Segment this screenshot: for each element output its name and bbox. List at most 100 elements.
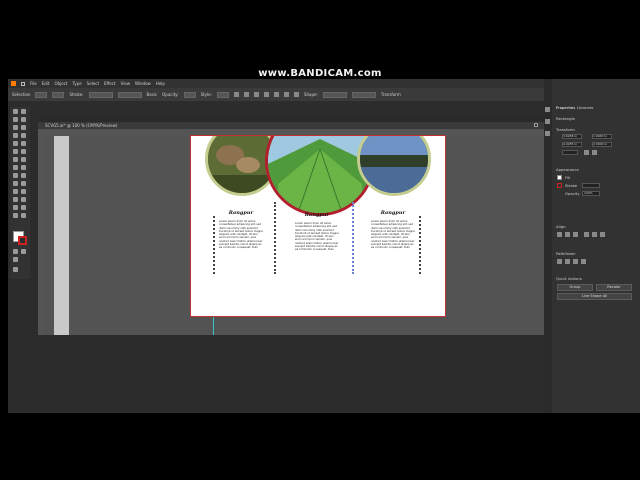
paintbrush-tool-icon[interactable] xyxy=(21,141,26,146)
shape-width-field[interactable] xyxy=(322,91,347,98)
align-middle-icon[interactable] xyxy=(592,232,597,237)
blend-tool-icon[interactable] xyxy=(21,189,26,194)
align-right-icon[interactable] xyxy=(263,92,269,97)
menu-window[interactable]: Window xyxy=(135,81,151,86)
intersect-icon[interactable] xyxy=(573,259,578,264)
selection-tool-icon[interactable] xyxy=(13,109,18,114)
flip-vertical-icon[interactable] xyxy=(592,150,597,155)
graphic-style-swatch[interactable] xyxy=(216,91,229,98)
recolor-button[interactable]: Recolor xyxy=(596,284,632,291)
align-top-icon[interactable] xyxy=(584,232,589,237)
menu-view[interactable]: View xyxy=(121,81,131,86)
stroke-swatch[interactable] xyxy=(52,91,65,98)
menu-edit[interactable]: Edit xyxy=(42,81,50,86)
recolor-icon[interactable] xyxy=(233,92,239,97)
align-bottom-icon[interactable] xyxy=(293,92,299,97)
rotate-tool-icon[interactable] xyxy=(13,157,18,162)
align-middle-icon[interactable] xyxy=(283,92,289,97)
tab-properties[interactable]: Properties xyxy=(556,105,575,110)
edit-toolbar-icon[interactable] xyxy=(13,267,18,272)
height-value: 2.0000 in xyxy=(593,142,608,146)
draw-mode-icon[interactable] xyxy=(21,249,26,254)
align-right-icon[interactable] xyxy=(573,232,578,237)
home-icon[interactable] xyxy=(21,81,25,86)
fill-swatch[interactable] xyxy=(35,91,48,98)
scale-tool-icon[interactable] xyxy=(21,157,26,162)
stroke-swatch[interactable] xyxy=(557,183,562,188)
menu-help[interactable]: Help xyxy=(156,81,165,86)
layers-panel-icon[interactable] xyxy=(545,131,550,136)
opacity-label: Opacity: xyxy=(162,92,179,97)
align-top-icon[interactable] xyxy=(273,92,279,97)
slice-tool-icon[interactable] xyxy=(21,205,26,210)
flip-horizontal-icon[interactable] xyxy=(584,150,589,155)
direct-selection-tool-icon[interactable] xyxy=(21,109,26,114)
transform-label[interactable]: Transform xyxy=(381,92,401,97)
dotted-divider xyxy=(274,202,278,274)
gradient-tool-icon[interactable] xyxy=(21,181,26,186)
variable-width-dropdown[interactable] xyxy=(117,91,142,98)
column-2-title[interactable]: Rangpur xyxy=(295,212,339,218)
artboard-tool-icon[interactable] xyxy=(13,205,18,210)
shape-builder-tool-icon[interactable] xyxy=(13,173,18,178)
align-center-icon[interactable] xyxy=(253,92,259,97)
exclude-icon[interactable] xyxy=(581,259,586,264)
free-transform-tool-icon[interactable] xyxy=(21,165,26,170)
rectangle-tool-icon[interactable] xyxy=(13,141,18,146)
symbol-sprayer-tool-icon[interactable] xyxy=(13,197,18,202)
document-tab[interactable]: SCVG5.ai* @ 100 % (CMYK/Preview) xyxy=(38,122,546,129)
live-shape-button[interactable]: Live Shape All xyxy=(557,293,632,300)
menu-select[interactable]: Select xyxy=(87,81,99,86)
tab-libraries[interactable]: Libraries xyxy=(577,105,593,110)
curvature-tool-icon[interactable] xyxy=(21,125,26,130)
group-button[interactable]: Group xyxy=(557,284,593,291)
stroke-weight-field[interactable] xyxy=(88,91,113,98)
maximize-icon[interactable] xyxy=(534,123,538,127)
menu-object[interactable]: Object xyxy=(54,81,67,86)
color-mode-icon[interactable] xyxy=(13,249,18,254)
column-1-body[interactable]: Lorem ipsum dolor sit amet, consectetuer… xyxy=(219,220,263,272)
menu-effect[interactable]: Effect xyxy=(104,81,116,86)
eyedropper-tool-icon[interactable] xyxy=(13,189,18,194)
unite-icon[interactable] xyxy=(557,259,562,264)
lasso-tool-icon[interactable] xyxy=(21,117,26,122)
align-center-icon[interactable] xyxy=(565,232,570,237)
align-left-icon[interactable] xyxy=(557,232,562,237)
column-1-title[interactable]: Rangpur xyxy=(219,210,263,216)
magic-wand-tool-icon[interactable] xyxy=(13,117,18,122)
graph-tool-icon[interactable] xyxy=(21,197,26,202)
fill-swatch[interactable] xyxy=(557,175,562,180)
rotation-field[interactable] xyxy=(562,150,578,155)
mesh-tool-icon[interactable] xyxy=(13,181,18,186)
eraser-tool-icon[interactable] xyxy=(21,149,26,154)
menu-type[interactable]: Type xyxy=(72,81,81,86)
opacity-field[interactable] xyxy=(183,91,196,98)
libraries-panel-icon[interactable] xyxy=(545,119,550,124)
minus-front-icon[interactable] xyxy=(565,259,570,264)
column-3-title[interactable]: Rangpur xyxy=(371,210,415,216)
style-label: Style: xyxy=(200,92,212,97)
opacity-value: 100% xyxy=(584,191,593,195)
align-left-icon[interactable] xyxy=(243,92,249,97)
pen-tool-icon[interactable] xyxy=(13,125,18,130)
properties-panel-icon[interactable] xyxy=(545,107,550,112)
stroke-color-icon[interactable] xyxy=(18,236,27,245)
column-3-body[interactable]: Lorem ipsum dolor sit amet, consectetuer… xyxy=(371,220,415,272)
width-tool-icon[interactable] xyxy=(13,165,18,170)
selected-dotted-divider[interactable] xyxy=(352,202,356,274)
zoom-tool-icon[interactable] xyxy=(21,213,26,218)
app-logo-icon xyxy=(11,81,16,86)
perspective-grid-tool-icon[interactable] xyxy=(21,173,26,178)
pencil-tool-icon[interactable] xyxy=(13,149,18,154)
align-bottom-icon[interactable] xyxy=(600,232,605,237)
menu-file[interactable]: File xyxy=(30,81,37,86)
properties-panel: Properties Libraries Rectangle Transform… xyxy=(544,79,640,413)
stroke-weight-field[interactable] xyxy=(582,183,600,188)
screen-mode-icon[interactable] xyxy=(13,257,18,262)
line-tool-icon[interactable] xyxy=(21,133,26,138)
hand-tool-icon[interactable] xyxy=(13,213,18,218)
column-2-body[interactable]: Lorem ipsum dolor sit amet, consectetuer… xyxy=(295,222,339,274)
type-tool-icon[interactable] xyxy=(13,133,18,138)
artboard[interactable]: Rangpur Lorem ipsum dolor sit amet, cons… xyxy=(190,135,446,317)
shape-height-field[interactable] xyxy=(351,91,376,98)
